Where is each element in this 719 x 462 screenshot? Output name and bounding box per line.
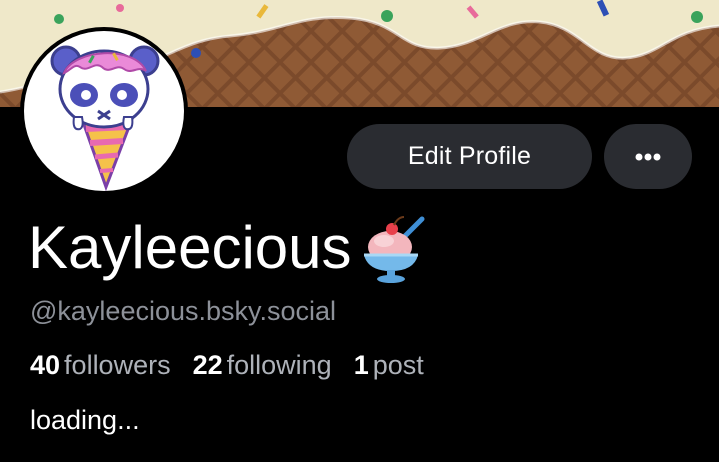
following-stat[interactable]: 22 following <box>193 350 332 381</box>
edit-profile-button[interactable]: Edit Profile <box>347 124 592 189</box>
more-options-button[interactable] <box>604 124 692 189</box>
display-name-row: Kayleecious <box>28 208 430 288</box>
following-count: 22 <box>192 350 223 380</box>
followers-count: 40 <box>30 350 61 380</box>
profile-page: Edit Profile Kayleecious @kayleecious.bs… <box>0 0 719 462</box>
followers-stat[interactable]: 40 followers <box>30 350 171 381</box>
following-label: following <box>226 350 332 380</box>
profile-handle: @kayleecious.bsky.social <box>30 296 337 326</box>
posts-label: post <box>372 350 424 380</box>
profile-stats: 40 followers 22 following 1 post <box>30 350 446 386</box>
profile-bio: loading... <box>30 405 140 435</box>
edit-profile-label: Edit Profile <box>407 142 532 170</box>
ellipsis-icon <box>635 153 661 160</box>
posts-stat: 1 post <box>354 350 424 381</box>
avatar[interactable] <box>20 27 188 195</box>
posts-count: 1 <box>353 350 369 380</box>
display-name: Kayleecious <box>28 214 352 281</box>
shaved-ice-sundae-icon <box>363 216 425 283</box>
panda-ice-cream-cone-icon <box>50 45 160 191</box>
followers-label: followers <box>64 350 171 380</box>
